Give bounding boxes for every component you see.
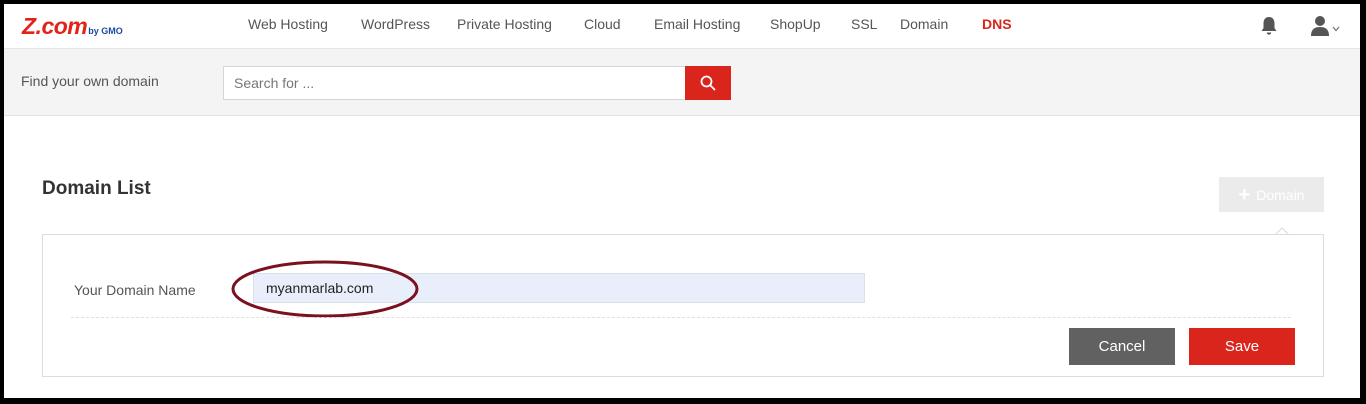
nav-item-cloud[interactable]: Cloud: [584, 16, 621, 32]
find-domain-label: Find your own domain: [21, 73, 159, 89]
top-navigation: Z.com by GMO Web Hosting WordPress Priva…: [4, 4, 1360, 49]
cancel-button[interactable]: Cancel: [1069, 328, 1175, 365]
nav-item-private-hosting[interactable]: Private Hosting: [457, 16, 552, 32]
add-domain-form: Your Domain Name Cancel Save: [42, 234, 1324, 377]
brand-logo[interactable]: Z.com by GMO: [22, 13, 123, 39]
nav-item-wordpress[interactable]: WordPress: [361, 16, 430, 32]
plus-icon: +: [1238, 183, 1251, 206]
bell-icon[interactable]: [1260, 16, 1278, 36]
nav-item-web-hosting[interactable]: Web Hosting: [248, 16, 328, 32]
user-icon[interactable]: [1310, 15, 1330, 37]
logo-main-text: Z.com: [22, 13, 88, 39]
add-domain-label: Domain: [1256, 186, 1305, 203]
page-title: Domain List: [42, 178, 151, 199]
search-icon: [700, 75, 716, 91]
search-button[interactable]: [685, 66, 731, 100]
domain-name-input[interactable]: [253, 273, 865, 303]
nav-item-email-hosting[interactable]: Email Hosting: [654, 16, 740, 32]
save-button[interactable]: Save: [1189, 328, 1295, 365]
nav-item-dns[interactable]: DNS: [982, 16, 1012, 32]
domain-search-bar: Find your own domain: [4, 49, 1360, 116]
nav-item-domain[interactable]: Domain: [900, 16, 948, 32]
app-window: Z.com by GMO Web Hosting WordPress Priva…: [4, 4, 1360, 398]
nav-item-shopup[interactable]: ShopUp: [770, 16, 821, 32]
logo-sub-text: by GMO: [88, 26, 123, 36]
form-divider: [71, 317, 1291, 318]
chevron-down-icon[interactable]: [1332, 26, 1340, 32]
domain-search-input[interactable]: [223, 66, 686, 100]
add-domain-button[interactable]: + Domain: [1219, 177, 1324, 212]
nav-item-ssl[interactable]: SSL: [851, 16, 877, 32]
domain-name-label: Your Domain Name: [74, 282, 196, 298]
